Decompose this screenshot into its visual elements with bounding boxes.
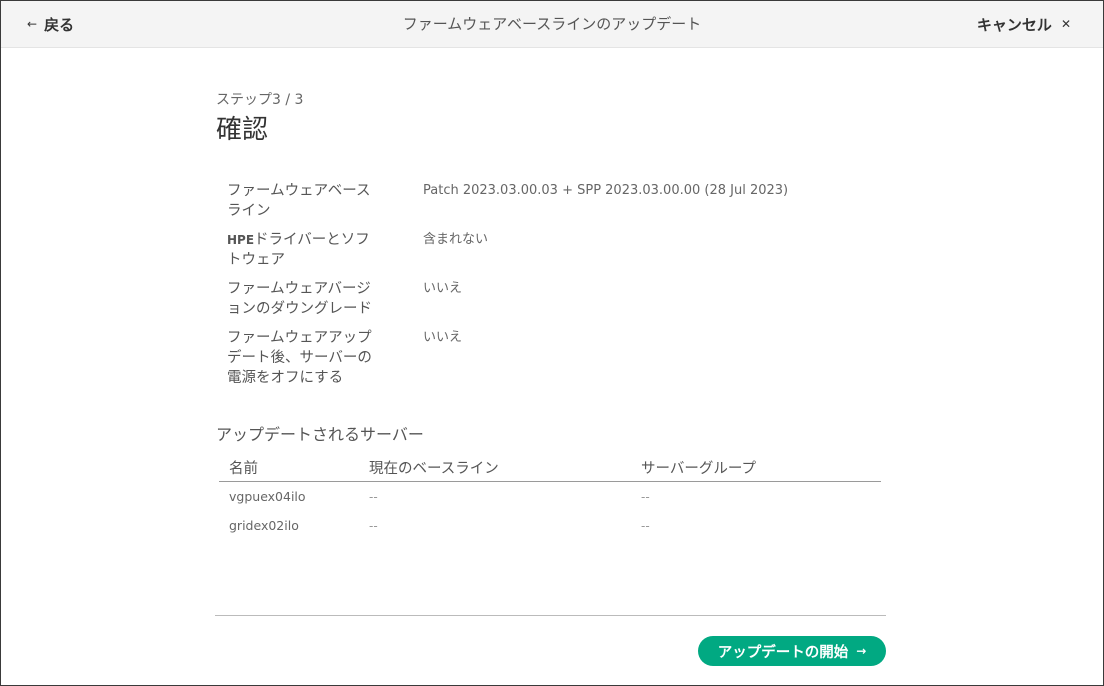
server-baseline: -- bbox=[369, 489, 378, 504]
arrow-right-icon: → bbox=[856, 644, 867, 658]
table-header: 名前 現在のベースライン サーバーグループ bbox=[219, 453, 881, 482]
cancel-label: キャンセル bbox=[976, 15, 1052, 34]
column-header-baseline: 現在のベースライン bbox=[369, 460, 499, 477]
summary-value: 含まれない bbox=[423, 232, 489, 247]
server-group: -- bbox=[641, 518, 650, 533]
summary-value: いいえ bbox=[423, 330, 463, 345]
server-group: -- bbox=[641, 489, 650, 504]
summary-row-drivers: HPEドライバーとソフ トウェア 含まれない bbox=[227, 230, 887, 270]
start-update-button[interactable]: アップデートの開始 → bbox=[698, 636, 886, 666]
header-bar: ← 戻る ファームウェアベースラインのアップデート キャンセル ✕ bbox=[1, 1, 1103, 48]
summary-label: ファームウェアベース ライン bbox=[227, 183, 371, 219]
summary-label: HPEドライバーとソフ トウェア bbox=[227, 232, 370, 268]
summary-value: いいえ bbox=[423, 281, 463, 296]
start-update-label: アップデートの開始 bbox=[717, 644, 849, 661]
step-indicator: ステップ3 / 3 bbox=[216, 92, 304, 108]
footer-divider bbox=[215, 615, 886, 616]
summary-label: ファームウェアアップ デート後、サーバーの 電源をオフにする bbox=[227, 330, 372, 386]
section-heading: 確認 bbox=[216, 115, 269, 145]
summary-value: Patch 2023.03.00.03 + SPP 2023.03.00.00 … bbox=[423, 183, 789, 198]
page-title: ファームウェアベースラインのアップデート bbox=[402, 15, 702, 33]
server-name: vgpuex04ilo bbox=[229, 489, 306, 504]
servers-table: 名前 現在のベースライン サーバーグループ vgpuex04ilo -- -- … bbox=[219, 453, 881, 540]
servers-section-title: アップデートされるサーバー bbox=[216, 425, 424, 444]
summary-list: ファームウェアベース ライン Patch 2023.03.00.03 + SPP… bbox=[227, 181, 887, 397]
summary-row-downgrade: ファームウェアバージ ョンのダウングレード いいえ bbox=[227, 279, 887, 319]
column-header-name: 名前 bbox=[229, 460, 258, 477]
summary-row-power-off: ファームウェアアップ デート後、サーバーの 電源をオフにする いいえ bbox=[227, 328, 887, 388]
summary-row-baseline: ファームウェアベース ライン Patch 2023.03.00.03 + SPP… bbox=[227, 181, 887, 221]
table-row: gridex02ilo -- -- bbox=[219, 511, 881, 540]
column-header-group: サーバーグループ bbox=[641, 460, 756, 477]
dialog-window: ← 戻る ファームウェアベースラインのアップデート キャンセル ✕ ステップ3 … bbox=[0, 0, 1104, 686]
table-row: vgpuex04ilo -- -- bbox=[219, 482, 881, 511]
close-icon: ✕ bbox=[1060, 17, 1071, 31]
server-name: gridex02ilo bbox=[229, 518, 299, 533]
server-baseline: -- bbox=[369, 518, 378, 533]
summary-label: ファームウェアバージ ョンのダウングレード bbox=[227, 281, 372, 317]
cancel-button[interactable]: キャンセル ✕ bbox=[977, 13, 1071, 35]
